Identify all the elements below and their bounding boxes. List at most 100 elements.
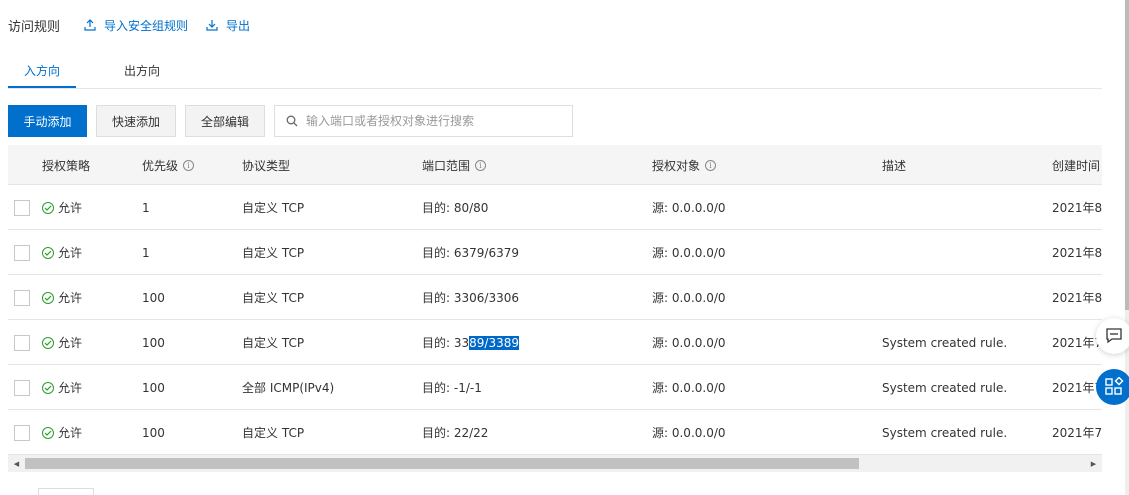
edit-all-button[interactable]: 全部编辑	[185, 105, 266, 137]
priority-cell: 100	[142, 380, 165, 395]
check-circle-icon	[42, 336, 54, 349]
policy-cell: 允许	[42, 185, 82, 230]
row-checkbox[interactable]	[14, 290, 30, 306]
port-range-text: 目的: 22/22	[422, 426, 489, 440]
row-checkbox[interactable]	[14, 335, 30, 351]
created-cell: 2021年7月	[1052, 426, 1102, 440]
row-checkbox[interactable]	[14, 380, 30, 396]
created-cell: 2021年7月	[1052, 336, 1102, 350]
priority-cell: 100	[142, 290, 165, 305]
created-cell: 2021年7月	[1052, 381, 1102, 395]
col-policy: 授权策略	[42, 145, 90, 185]
manual-add-button[interactable]: 手动添加	[8, 105, 87, 137]
policy-cell: 允许	[42, 410, 82, 455]
port-range-text: 目的: 6379/6379	[422, 246, 519, 260]
row-checkbox[interactable]	[14, 245, 30, 261]
search-input[interactable]	[306, 114, 573, 128]
priority-cell: 1	[142, 200, 150, 215]
col-port-range: 端口范围 i	[422, 145, 487, 185]
policy-cell: 允许	[42, 275, 82, 320]
col-created-label: 创建时间	[1052, 158, 1101, 173]
vertical-scrollbar-thumb[interactable]	[1125, 0, 1129, 310]
import-rules-link[interactable]: 导入安全组规则	[84, 17, 188, 34]
table-row: 允许 100 自定义 TCP 目的: 3306/3306 源: 0.0.0.0/…	[8, 275, 1102, 320]
policy-cell: 允许	[42, 365, 82, 410]
policy-label: 允许	[58, 381, 83, 395]
row-checkbox[interactable]	[14, 200, 30, 216]
tab-inbound[interactable]: 入方向	[24, 62, 60, 79]
port-range-cell: 目的: 80/80	[422, 185, 488, 230]
port-range-text: 目的: 80/80	[422, 201, 489, 215]
table-row: 允许 100 全部 ICMP(IPv4) 目的: -1/-1 源: 0.0.0.…	[8, 365, 1102, 410]
check-circle-icon	[42, 246, 54, 259]
source-cell: 源: 0.0.0.0/0	[652, 426, 726, 440]
download-icon	[206, 20, 218, 31]
port-range-cell: 目的: 6379/6379	[422, 230, 519, 275]
created-cell: 2021年8月	[1052, 246, 1102, 260]
apps-icon	[1105, 377, 1124, 395]
row-checkbox[interactable]	[14, 425, 30, 441]
col-protocol-label: 协议类型	[242, 158, 291, 173]
col-priority: 优先级 i	[142, 145, 195, 185]
scrollbar-thumb[interactable]	[25, 458, 859, 469]
pagination-control[interactable]	[38, 488, 94, 495]
source-cell: 源: 0.0.0.0/0	[652, 201, 726, 215]
source-cell: 源: 0.0.0.0/0	[652, 381, 726, 395]
search-box[interactable]	[274, 105, 574, 137]
quick-add-button[interactable]: 快速添加	[96, 105, 177, 137]
col-port-range-label: 端口范围	[422, 158, 471, 173]
check-circle-icon	[42, 291, 54, 304]
scroll-right-icon[interactable]: ▶	[1085, 455, 1102, 472]
port-range-cell: 目的: 33 89/3389	[422, 320, 519, 365]
check-circle-icon	[42, 201, 54, 214]
table-row: 允许 100 自定义 TCP 目的: 33 89/3389 源: 0.0.0.0/…	[8, 320, 1102, 365]
col-policy-label: 授权策略	[42, 158, 91, 173]
feedback-button[interactable]	[1096, 318, 1129, 354]
rules-table: 授权策略 优先级 i 协议类型 端口范围 i 授权对象 i 描述 创建时间 允许 1 …	[8, 145, 1102, 455]
tab-outbound[interactable]: 出方向	[124, 62, 160, 79]
col-description-label: 描述	[882, 158, 907, 173]
policy-label: 允许	[58, 291, 83, 305]
protocol-cell: 全部 ICMP(IPv4)	[242, 381, 335, 395]
source-cell: 源: 0.0.0.0/0	[652, 336, 726, 350]
table-header: 授权策略 优先级 i 协议类型 端口范围 i 授权对象 i 描述 创建时间	[8, 145, 1102, 185]
port-range-cell: 目的: 22/22	[422, 410, 488, 455]
port-range-cell: 目的: -1/-1	[422, 365, 482, 410]
import-rules-label: 导入安全组规则	[104, 18, 189, 33]
source-cell: 源: 0.0.0.0/0	[652, 291, 726, 305]
check-circle-icon	[42, 426, 54, 439]
policy-label: 允许	[58, 336, 83, 350]
protocol-cell: 自定义 TCP	[242, 291, 305, 305]
policy-cell: 允许	[42, 320, 82, 365]
apps-button[interactable]	[1096, 369, 1129, 405]
horizontal-scrollbar[interactable]: ◀ ▶	[8, 455, 1102, 472]
description-cell: System created rule.	[882, 380, 1008, 395]
table-row: 允许 1 自定义 TCP 目的: 6379/6379 源: 0.0.0.0/0 …	[8, 230, 1102, 275]
vertical-scrollbar[interactable]	[1125, 0, 1129, 495]
direction-tabs: 入方向 出方向	[8, 56, 1102, 89]
scroll-left-icon[interactable]: ◀	[8, 455, 25, 472]
protocol-cell: 自定义 TCP	[242, 201, 305, 215]
port-range-cell: 目的: 3306/3306	[422, 275, 519, 320]
port-range-text: 目的: -1/-1	[422, 381, 482, 395]
protocol-cell: 自定义 TCP	[242, 426, 305, 440]
col-description: 描述	[882, 145, 906, 185]
created-cell: 2021年8月	[1052, 201, 1102, 215]
toolbar: 手动添加 快速添加 全部编辑	[8, 105, 574, 137]
col-priority-label: 优先级	[142, 158, 179, 173]
col-created: 创建时间	[1052, 145, 1100, 185]
page-title: 访问规则	[8, 19, 61, 35]
col-source: 授权对象 i	[652, 145, 717, 185]
policy-cell: 允许	[42, 230, 82, 275]
description-cell: System created rule.	[882, 425, 1008, 440]
export-link[interactable]: 导出	[206, 17, 250, 34]
created-cell: 2021年8月	[1052, 291, 1102, 305]
policy-label: 允许	[58, 246, 83, 260]
info-icon[interactable]: i	[183, 159, 195, 171]
col-protocol: 协议类型	[242, 145, 290, 185]
upload-icon	[84, 19, 96, 31]
port-range-selection: 89/3389	[469, 335, 519, 350]
info-icon[interactable]: i	[705, 159, 717, 171]
protocol-cell: 自定义 TCP	[242, 336, 305, 350]
info-icon[interactable]: i	[475, 159, 487, 171]
